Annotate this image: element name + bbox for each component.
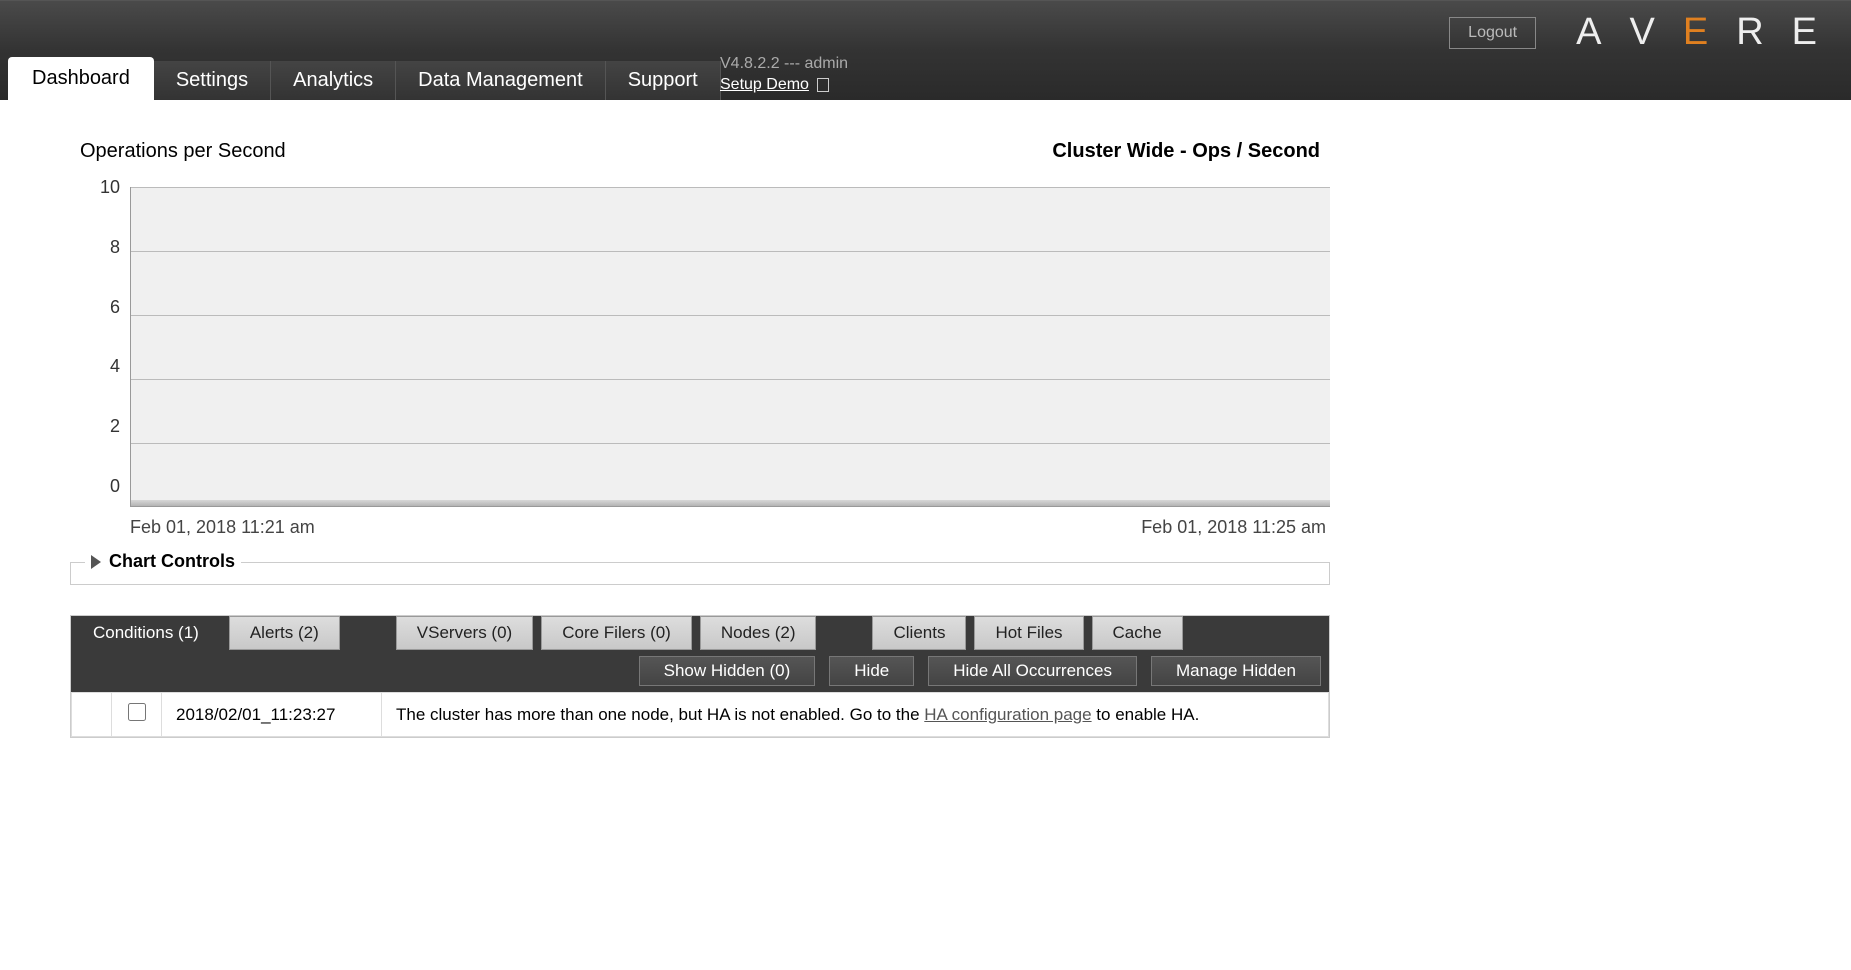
chart-plot[interactable] xyxy=(130,187,1330,507)
logo-letter: R xyxy=(1736,11,1777,54)
y-tick: 8 xyxy=(110,237,120,258)
y-tick: 10 xyxy=(100,177,120,198)
main-nav: Dashboard Settings Analytics Data Manage… xyxy=(8,57,721,100)
manage-hidden-button[interactable]: Manage Hidden xyxy=(1151,656,1321,686)
header-right: Logout A V E R E xyxy=(1449,11,1831,54)
logout-button[interactable]: Logout xyxy=(1449,17,1536,49)
checkbox-cell xyxy=(112,693,162,737)
chart-title-left: Operations per Second xyxy=(80,140,286,163)
chart-header: Operations per Second Cluster Wide - Ops… xyxy=(70,140,1330,163)
status-tabs: Conditions (1) Alerts (2) VServers (0) C… xyxy=(71,616,1329,650)
document-icon xyxy=(817,78,829,92)
ha-config-link[interactable]: HA configuration page xyxy=(924,705,1091,724)
hide-all-button[interactable]: Hide All Occurrences xyxy=(928,656,1137,686)
status-tab-alerts[interactable]: Alerts (2) xyxy=(229,616,340,650)
status-tab-clients[interactable]: Clients xyxy=(872,616,966,650)
expand-cell[interactable] xyxy=(72,693,112,737)
status-tab-hotfiles[interactable]: Hot Files xyxy=(974,616,1083,650)
y-tick: 4 xyxy=(110,356,120,377)
row-checkbox[interactable] xyxy=(128,703,146,721)
y-tick: 2 xyxy=(110,416,120,437)
tab-data-management[interactable]: Data Management xyxy=(396,61,606,100)
timestamp-cell: 2018/02/01_11:23:27 xyxy=(162,693,382,737)
logo-letter: A xyxy=(1576,11,1615,54)
app-header: Logout A V E R E Dashboard Settings Anal… xyxy=(0,0,1851,100)
y-tick: 0 xyxy=(110,476,120,497)
chart-controls-label: Chart Controls xyxy=(109,551,235,572)
setup-demo-link[interactable]: Setup Demo xyxy=(720,76,809,93)
status-tab-vservers[interactable]: VServers (0) xyxy=(396,616,533,650)
chart-controls-panel: Chart Controls xyxy=(70,562,1330,585)
message-post: to enable HA. xyxy=(1092,705,1200,724)
status-panel: Conditions (1) Alerts (2) VServers (0) C… xyxy=(70,615,1330,738)
table-row: 2018/02/01_11:23:27 The cluster has more… xyxy=(72,693,1329,737)
chart-controls-toggle[interactable]: Chart Controls xyxy=(85,551,241,572)
message-cell: The cluster has more than one node, but … xyxy=(382,693,1329,737)
dashboard-content: Operations per Second Cluster Wide - Ops… xyxy=(0,100,1400,778)
chart-area: 10 8 6 4 2 0 xyxy=(100,187,1330,507)
status-tab-nodes[interactable]: Nodes (2) xyxy=(700,616,817,650)
chart-y-axis: 10 8 6 4 2 0 xyxy=(100,177,130,497)
chart-x-axis: Feb 01, 2018 11:21 am Feb 01, 2018 11:25… xyxy=(130,517,1330,538)
logo-letter-accent: E xyxy=(1683,11,1722,54)
header-info: V4.8.2.2 --- admin Setup Demo xyxy=(720,54,848,96)
status-tab-conditions[interactable]: Conditions (1) xyxy=(71,616,221,650)
show-hidden-button[interactable]: Show Hidden (0) xyxy=(639,656,816,686)
version-line: V4.8.2.2 --- admin xyxy=(720,54,848,75)
tab-support[interactable]: Support xyxy=(606,61,721,100)
status-actions: Show Hidden (0) Hide Hide All Occurrence… xyxy=(71,650,1329,692)
conditions-table: 2018/02/01_11:23:27 The cluster has more… xyxy=(71,692,1329,737)
x-tick-start: Feb 01, 2018 11:21 am xyxy=(130,517,315,538)
message-pre: The cluster has more than one node, but … xyxy=(396,705,924,724)
status-tab-corefilers[interactable]: Core Filers (0) xyxy=(541,616,692,650)
brand-logo: A V E R E xyxy=(1576,11,1831,54)
tab-settings[interactable]: Settings xyxy=(154,61,271,100)
x-tick-end: Feb 01, 2018 11:25 am xyxy=(1141,517,1326,538)
tab-dashboard[interactable]: Dashboard xyxy=(8,57,154,100)
logo-letter: E xyxy=(1792,11,1831,54)
tab-analytics[interactable]: Analytics xyxy=(271,61,396,100)
status-tab-cache[interactable]: Cache xyxy=(1092,616,1183,650)
hide-button[interactable]: Hide xyxy=(829,656,914,686)
y-tick: 6 xyxy=(110,297,120,318)
chart-title-right: Cluster Wide - Ops / Second xyxy=(1052,140,1320,163)
logo-letter: V xyxy=(1629,11,1668,54)
triangle-right-icon xyxy=(91,555,101,569)
